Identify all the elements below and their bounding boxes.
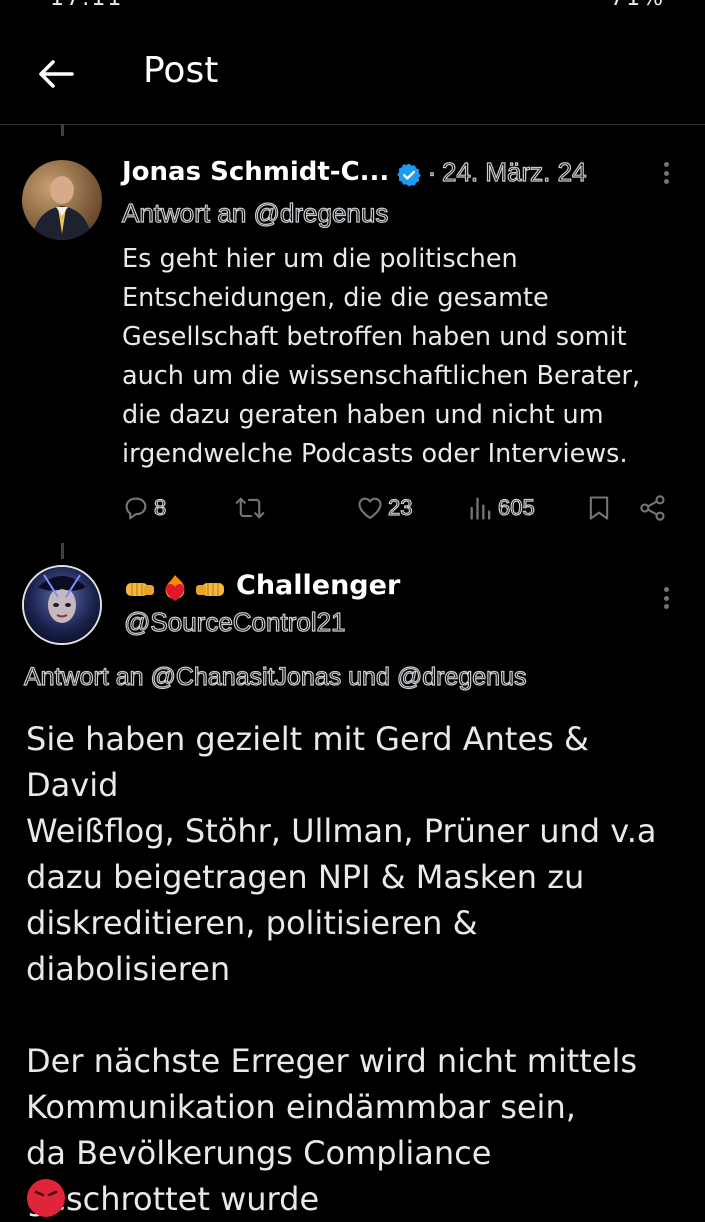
left-fist-icon <box>126 583 154 596</box>
views-button[interactable]: 605 <box>468 490 535 526</box>
views-icon <box>470 497 491 520</box>
page-title: Post <box>143 50 219 91</box>
name-emoji-decorations <box>124 572 226 606</box>
bookmark-icon <box>589 496 609 520</box>
share-button[interactable] <box>639 490 667 526</box>
header-divider <box>0 124 705 125</box>
like-count: 23 <box>387 494 413 520</box>
reply-count: 8 <box>153 494 167 520</box>
angry-face-emoji-icon <box>27 1179 65 1217</box>
repost-icon <box>235 497 265 519</box>
more-vertical-icon <box>663 162 669 167</box>
repost-button[interactable] <box>235 490 265 526</box>
bookmark-button[interactable] <box>587 490 611 526</box>
top-bar: Post <box>0 28 705 124</box>
more-vertical-icon <box>663 587 669 592</box>
post-separator-dot: · <box>427 159 436 187</box>
status-battery: 71% <box>610 0 665 10</box>
reply-to-label[interactable]: Antwort an @ChanasitJonas und @dregenus <box>23 662 527 692</box>
status-bar: 17:11 71% <box>0 0 705 10</box>
tweet-actions: 8 23 605 <box>122 490 682 526</box>
more-options-button[interactable] <box>656 158 676 188</box>
more-options-button[interactable] <box>656 583 676 613</box>
heart-on-fire-icon <box>165 575 185 601</box>
status-time: 17:11 <box>50 0 123 10</box>
reply-button[interactable]: 8 <box>122 490 167 526</box>
post-date: 24. März. 24 <box>441 156 587 187</box>
avatar[interactable] <box>22 565 102 645</box>
back-button[interactable] <box>30 48 82 100</box>
heart-icon <box>358 497 382 519</box>
views-count: 605 <box>497 494 535 520</box>
author-handle[interactable]: @SourceControl21 <box>123 606 346 638</box>
thread-line-top <box>61 124 64 136</box>
author-name[interactable]: Challenger <box>236 570 400 601</box>
avatar[interactable] <box>22 160 102 240</box>
right-fist-icon <box>196 583 224 596</box>
tweet-text: Es geht hier um die politischen Entschei… <box>122 244 641 469</box>
verified-badge-icon <box>397 163 421 187</box>
share-icon <box>640 495 665 521</box>
thread-line-middle <box>61 543 64 559</box>
author-name[interactable]: Jonas Schmidt-C... <box>122 157 389 187</box>
arrow-left-icon <box>39 60 74 88</box>
reply-icon <box>125 497 147 520</box>
tweet-text: Sie haben gezielt mit Gerd Antes & David… <box>26 720 657 1218</box>
like-button[interactable]: 23 <box>356 490 413 526</box>
reply-to-label[interactable]: Antwort an @dregenus <box>121 197 389 229</box>
